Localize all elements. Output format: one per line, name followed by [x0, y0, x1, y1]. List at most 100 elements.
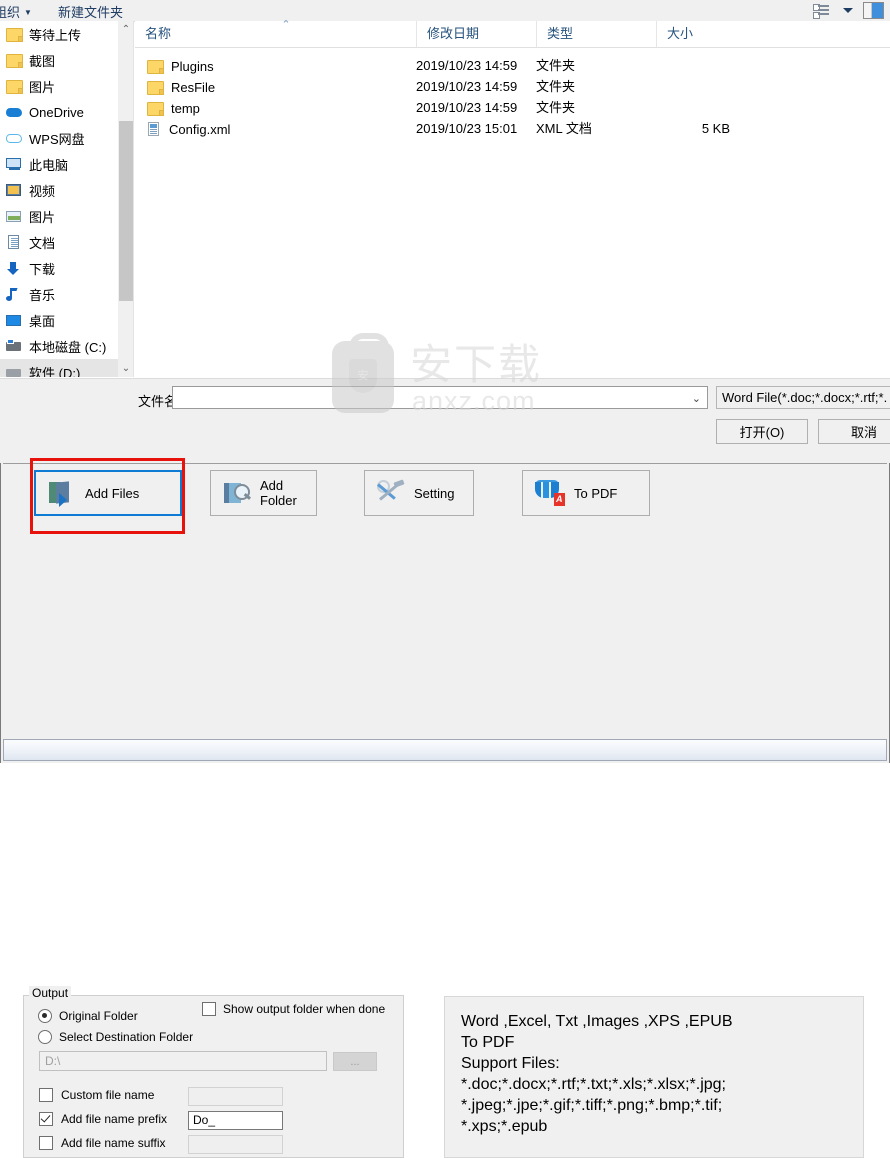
add-files-button[interactable]: Add Files — [34, 470, 182, 516]
nav-item-6[interactable]: 视频 — [0, 177, 118, 203]
add-suffix-input[interactable] — [188, 1135, 283, 1154]
column-header-size[interactable]: 大小 — [656, 21, 736, 47]
navigation-scrollbar[interactable]: ⌃ ⌄ — [118, 21, 134, 377]
filename-combobox[interactable]: ⌄ — [172, 386, 708, 409]
nav-item-label: 音乐 — [29, 287, 56, 303]
info-line-1: Word ,Excel, Txt ,Images ,XPS ,EPUB — [461, 1013, 733, 1030]
column-header-row: ⌃ 名称 修改日期 类型 大小 — [135, 20, 890, 48]
original-folder-radio[interactable]: Original Folder — [38, 1009, 138, 1023]
show-output-folder-checkbox[interactable]: Show output folder when done — [202, 1002, 385, 1016]
file-date-cell: 2019/10/23 15:01 — [416, 121, 518, 136]
nav-item-9[interactable]: 下载 — [0, 255, 118, 281]
column-header-date[interactable]: 修改日期 — [416, 21, 536, 47]
checkbox-indicator — [39, 1136, 53, 1150]
checkbox-indicator — [202, 1002, 216, 1016]
wps-cloud-icon — [6, 130, 22, 146]
nav-item-label: 桌面 — [29, 313, 56, 329]
nav-item-11[interactable]: 桌面 — [0, 307, 118, 333]
nav-item-label: 图片 — [29, 209, 56, 225]
to-pdf-button[interactable]: To PDF — [522, 470, 650, 516]
nav-item-12[interactable]: 本地磁盘 (C:) — [0, 333, 118, 359]
nav-item-2[interactable]: 图片 — [0, 73, 118, 99]
downloads-icon — [6, 260, 22, 276]
folder-icon — [6, 78, 23, 94]
scroll-up-icon[interactable]: ⌃ — [118, 21, 134, 38]
file-name-label: ResFile — [171, 79, 216, 95]
file-list-pane[interactable]: ⌃ 名称 修改日期 类型 大小 Plugins 2019/10/23 14:59… — [135, 20, 890, 377]
chevron-down-icon[interactable] — [843, 8, 853, 13]
custom-file-name-input[interactable] — [188, 1087, 283, 1106]
supported-formats-panel: Word ,Excel, Txt ,Images ,XPS ,EPUB To P… — [444, 996, 864, 1158]
navigation-pane[interactable]: 等待上传 截图 图片 OneDrive WPS网盘 此电脑 视频 图片 文档 下… — [0, 21, 118, 377]
filetype-combobox[interactable]: Word File(*.doc;*.docx;*.rtf;*. — [716, 386, 890, 409]
radio-indicator — [38, 1009, 52, 1023]
nav-item-8[interactable]: 文档 — [0, 229, 118, 255]
select-destination-label: Select Destination Folder — [59, 1030, 194, 1044]
local-disk-icon — [6, 338, 22, 354]
open-button[interactable]: 打开(O) — [716, 419, 808, 444]
info-line-3: Support Files: — [461, 1055, 560, 1072]
preview-pane-icon[interactable] — [863, 2, 884, 19]
organize-label: 组织 — [0, 5, 21, 20]
radio-indicator — [38, 1030, 52, 1044]
nav-item-7[interactable]: 图片 — [0, 203, 118, 229]
nav-item-10[interactable]: 音乐 — [0, 281, 118, 307]
folder-icon — [6, 52, 23, 68]
info-line-4: *.doc;*.docx;*.rtf;*.txt;*.xls;*.xlsx;*.… — [461, 1076, 726, 1093]
add-folder-icon — [223, 480, 251, 506]
file-row[interactable]: temp 2019/10/23 14:59 文件夹 — [135, 98, 890, 118]
add-suffix-checkbox[interactable]: Add file name suffix — [39, 1136, 166, 1150]
scroll-down-icon[interactable]: ⌄ — [118, 360, 134, 377]
cancel-button[interactable]: 取消 — [818, 419, 890, 444]
onedrive-icon — [6, 104, 22, 120]
select-destination-folder-radio[interactable]: Select Destination Folder — [38, 1030, 193, 1044]
file-type-cell: 文件夹 — [536, 58, 576, 73]
file-row[interactable]: ResFile 2019/10/23 14:59 文件夹 — [135, 77, 890, 97]
column-header-name[interactable]: 名称 — [135, 21, 416, 47]
add-prefix-checkbox[interactable]: Add file name prefix — [39, 1112, 167, 1126]
nav-item-label: 软件 (D:) — [29, 365, 81, 378]
output-group-title: Output — [29, 986, 72, 1000]
setting-button[interactable]: Setting — [364, 470, 474, 516]
nav-item-label: 文档 — [29, 235, 56, 251]
file-type-cell: XML 文档 — [536, 121, 592, 136]
file-date-cell: 2019/10/23 14:59 — [416, 100, 518, 115]
add-folder-button[interactable]: Add Folder — [210, 470, 317, 516]
destination-path-input[interactable]: D:\ — [39, 1051, 327, 1071]
pictures-icon — [6, 208, 22, 224]
column-header-type[interactable]: 类型 — [536, 21, 656, 47]
nav-item-0[interactable]: 等待上传 — [0, 21, 118, 47]
show-output-folder-label: Show output folder when done — [223, 1002, 386, 1016]
nav-item-4[interactable]: WPS网盘 — [0, 125, 118, 151]
view-mode-icon[interactable] — [813, 4, 833, 19]
folder-icon — [147, 58, 164, 74]
setting-icon — [377, 479, 405, 506]
file-date-cell: 2019/10/23 14:59 — [416, 58, 518, 73]
browse-button[interactable]: ... — [333, 1052, 377, 1071]
nav-item-3[interactable]: OneDrive — [0, 99, 118, 125]
file-row[interactable]: Plugins 2019/10/23 14:59 文件夹 — [135, 56, 890, 76]
add-prefix-label: Add file name prefix — [61, 1112, 168, 1126]
add-prefix-input[interactable]: Do_ — [188, 1111, 283, 1130]
nav-item-label: WPS网盘 — [29, 131, 85, 147]
info-line-6: *.xps;*.epub — [461, 1118, 548, 1135]
nav-item-label: 截图 — [29, 53, 56, 69]
add-suffix-label: Add file name suffix — [61, 1136, 166, 1150]
organize-menu[interactable]: 组织 ▼ — [0, 2, 32, 21]
scrollbar-thumb[interactable] — [119, 121, 133, 301]
nav-item-1[interactable]: 截图 — [0, 47, 118, 73]
chevron-down-icon[interactable]: ⌄ — [692, 392, 701, 405]
file-type-cell: 文件夹 — [536, 100, 576, 115]
nav-item-5[interactable]: 此电脑 — [0, 151, 118, 177]
info-line-5: *.jpeg;*.jpe;*.gif;*.tiff;*.png;*.bmp;*.… — [461, 1097, 723, 1114]
nav-item-13[interactable]: 软件 (D:) — [0, 359, 118, 377]
file-row[interactable]: Config.xml 2019/10/23 15:01 XML 文档 5 KB — [135, 119, 890, 139]
disk-icon — [6, 364, 22, 377]
custom-file-name-checkbox[interactable]: Custom file name — [39, 1088, 154, 1102]
new-folder-button[interactable]: 新建文件夹 — [58, 2, 123, 21]
file-date-cell: 2019/10/23 14:59 — [416, 79, 518, 94]
folder-icon — [6, 26, 23, 42]
nav-item-label: OneDrive — [29, 104, 84, 120]
nav-item-label: 此电脑 — [29, 157, 69, 173]
checkbox-indicator — [39, 1088, 53, 1102]
